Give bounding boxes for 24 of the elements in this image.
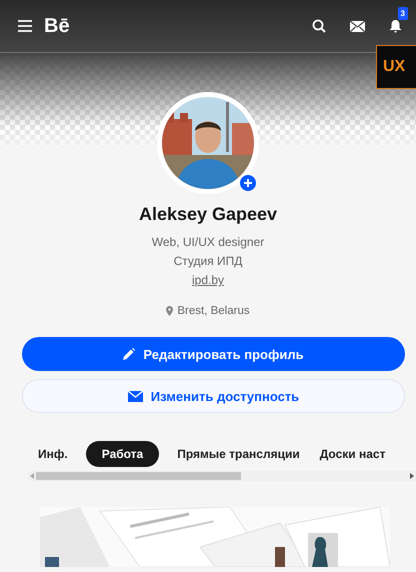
- logo[interactable]: Bē: [44, 14, 70, 38]
- notification-badge: 3: [398, 7, 408, 20]
- profile-detail: Web, UI/UX designer: [152, 234, 264, 251]
- location-pin-icon: [166, 306, 174, 316]
- mail-icon[interactable]: [350, 20, 365, 32]
- tab[interactable]: Инф.: [38, 441, 68, 467]
- edit-profile-button[interactable]: Редактировать профиль: [22, 337, 405, 371]
- profile-name: Aleksey Gapeev: [138, 204, 278, 225]
- tab[interactable]: Работа: [86, 441, 160, 467]
- location-text: Brest, Belarus: [177, 305, 250, 317]
- website-link[interactable]: ipd.by: [192, 271, 224, 289]
- search-icon[interactable]: [312, 19, 326, 33]
- plus-icon[interactable]: [240, 175, 256, 191]
- availability-button[interactable]: Изменить доступность: [22, 379, 405, 413]
- bell-icon[interactable]: [389, 19, 402, 33]
- pencil-icon: [123, 348, 136, 360]
- tab[interactable]: Прямые трансляции: [177, 441, 300, 467]
- banner-text: UX: [376, 45, 416, 89]
- mail-icon: [128, 390, 143, 402]
- profile-detail: Студия ИПД: [174, 253, 242, 270]
- menu-icon[interactable]: [18, 20, 32, 32]
- tab[interactable]: Доски наст: [320, 441, 386, 467]
- scroll-right-icon[interactable]: [410, 473, 414, 479]
- scrollbar-thumb[interactable]: [36, 472, 241, 480]
